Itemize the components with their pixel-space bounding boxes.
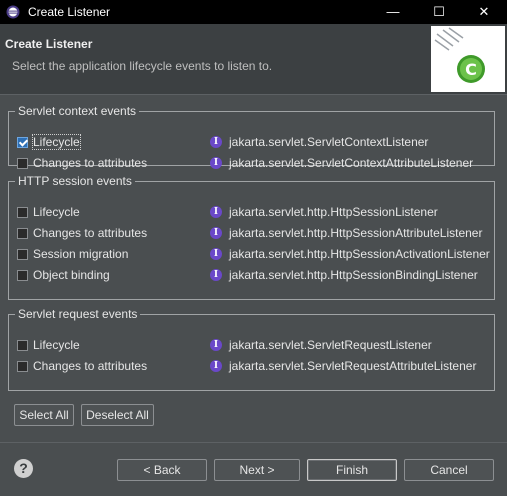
checkbox-label[interactable]: Session migration xyxy=(33,247,128,261)
session-attributes-checkbox[interactable] xyxy=(17,228,28,239)
listener-interface-name: jakarta.servlet.ServletRequestAttributeL… xyxy=(229,359,477,373)
session-migration-checkbox[interactable] xyxy=(17,249,28,260)
servlet-request-events-group: Servlet request events Lifecycle I jakar… xyxy=(8,307,495,391)
group-legend: Servlet request events xyxy=(18,307,138,321)
svg-text:C: C xyxy=(465,60,477,79)
group-legend: HTTP session events xyxy=(18,174,132,188)
create-listener-dialog: Create Listener — ☐ ✕ Create Listener Se… xyxy=(0,0,507,496)
request-attributes-checkbox[interactable] xyxy=(17,361,28,372)
footer-divider xyxy=(0,442,507,443)
checkbox-label[interactable]: Lifecycle xyxy=(33,205,80,219)
listener-interface-name: jakarta.servlet.ServletContextAttributeL… xyxy=(229,156,474,170)
session-lifecycle-row[interactable]: Lifecycle I jakarta.servlet.http.HttpSes… xyxy=(17,204,487,222)
request-attributes-row[interactable]: Changes to attributes I jakarta.servlet.… xyxy=(17,358,487,376)
interface-icon: I xyxy=(210,206,222,218)
request-lifecycle-row[interactable]: Lifecycle I jakarta.servlet.ServletReque… xyxy=(17,337,487,355)
wizard-header: Create Listener Select the application l… xyxy=(0,24,507,95)
title-bar: Create Listener — ☐ ✕ xyxy=(0,0,507,24)
deselect-all-button[interactable]: Deselect All xyxy=(81,404,154,426)
back-button[interactable]: < Back xyxy=(117,459,207,481)
group-legend: Servlet context events xyxy=(18,104,137,118)
cancel-button[interactable]: Cancel xyxy=(404,459,494,481)
session-lifecycle-checkbox[interactable] xyxy=(17,207,28,218)
listener-interface-name: jakarta.servlet.ServletContextListener xyxy=(229,135,429,149)
interface-icon: I xyxy=(210,227,222,239)
request-lifecycle-checkbox[interactable] xyxy=(17,340,28,351)
interface-icon: I xyxy=(210,339,222,351)
session-object-binding-row[interactable]: Object binding I jakarta.servlet.http.Ht… xyxy=(17,267,487,285)
next-button[interactable]: Next > xyxy=(214,459,300,481)
checkbox-label[interactable]: Changes to attributes xyxy=(33,359,147,373)
eclipse-app-icon xyxy=(6,5,20,19)
context-attributes-row[interactable]: Changes to attributes I jakarta.servlet.… xyxy=(17,155,487,173)
class-wizard-banner-icon: C xyxy=(431,26,505,92)
context-lifecycle-checkbox[interactable] xyxy=(17,137,28,148)
page-title: Create Listener xyxy=(5,37,93,51)
interface-icon: I xyxy=(210,136,222,148)
interface-icon: I xyxy=(210,269,222,281)
window-title: Create Listener xyxy=(28,5,111,19)
help-icon[interactable]: ? xyxy=(14,459,33,478)
session-migration-row[interactable]: Session migration I jakarta.servlet.http… xyxy=(17,246,490,264)
checkbox-label[interactable]: Object binding xyxy=(33,268,110,282)
listener-interface-name: jakarta.servlet.http.HttpSessionActivati… xyxy=(229,247,490,261)
listener-interface-name: jakarta.servlet.http.HttpSessionAttribut… xyxy=(229,226,483,240)
listener-interface-name: jakarta.servlet.http.HttpSessionListener xyxy=(229,205,438,219)
checkbox-label[interactable]: Lifecycle xyxy=(33,338,80,352)
finish-button[interactable]: Finish xyxy=(307,459,397,481)
http-session-events-group: HTTP session events Lifecycle I jakarta.… xyxy=(8,174,495,300)
checkbox-label[interactable]: Changes to attributes xyxy=(33,156,147,170)
maximize-button[interactable]: ☐ xyxy=(416,0,462,24)
page-description: Select the application lifecycle events … xyxy=(12,59,273,73)
interface-icon: I xyxy=(210,157,222,169)
select-all-button[interactable]: Select All xyxy=(14,404,74,426)
minimize-button[interactable]: — xyxy=(370,0,416,24)
servlet-context-events-group: Servlet context events Lifecycle I jakar… xyxy=(8,104,495,170)
listener-interface-name: jakarta.servlet.http.HttpSessionBindingL… xyxy=(229,268,478,282)
context-attributes-checkbox[interactable] xyxy=(17,158,28,169)
checkbox-label[interactable]: Changes to attributes xyxy=(33,226,147,240)
interface-icon: I xyxy=(210,360,222,372)
context-lifecycle-row[interactable]: Lifecycle I jakarta.servlet.ServletConte… xyxy=(17,134,487,152)
interface-icon: I xyxy=(210,248,222,260)
listener-interface-name: jakarta.servlet.ServletRequestListener xyxy=(229,338,432,352)
session-object-binding-checkbox[interactable] xyxy=(17,270,28,281)
checkbox-label[interactable]: Lifecycle xyxy=(32,134,81,150)
session-attributes-row[interactable]: Changes to attributes I jakarta.servlet.… xyxy=(17,225,487,243)
close-button[interactable]: ✕ xyxy=(461,0,507,24)
